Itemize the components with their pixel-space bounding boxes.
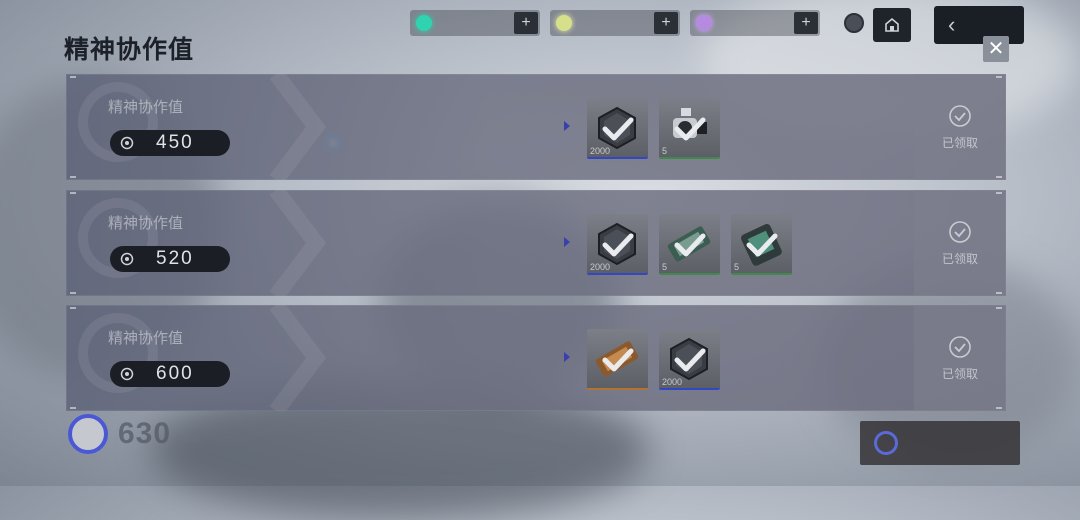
reward-row: 精神协作值 450 2000 5 已领取 <box>66 74 1006 180</box>
home-icon <box>885 17 899 32</box>
corner-mark <box>70 192 76 194</box>
claimed-status: 已领取 <box>914 74 1006 180</box>
close-button[interactable]: ✕ <box>983 36 1009 62</box>
corner-mark <box>996 192 1002 194</box>
item-count: 2000 <box>662 377 683 387</box>
arrow-right-icon <box>564 121 570 131</box>
reward-row: 精神协作值 600 2000 已领取 <box>66 305 1006 411</box>
decor-chevron <box>269 74 326 180</box>
item-count: 5 <box>734 262 740 272</box>
spirit-icon <box>120 136 134 150</box>
meter-max: /1000 <box>175 433 201 445</box>
page-title: 精神协作值 <box>64 36 195 64</box>
check-circle-icon <box>949 335 971 358</box>
reward-items: 2000 <box>587 329 720 390</box>
currency-teal: + <box>410 10 540 36</box>
spirit-icon <box>120 367 134 381</box>
meter-ring-icon <box>68 414 108 454</box>
decor-chevron <box>269 305 326 411</box>
start-icon <box>874 431 898 455</box>
spirit-icon <box>120 252 134 266</box>
corner-mark <box>996 292 1002 294</box>
teal-gem-icon <box>416 15 432 31</box>
row-label: 精神协作值 <box>108 215 184 232</box>
threshold-value: 600 <box>156 363 194 384</box>
add-purple-button[interactable]: + <box>794 12 818 34</box>
reward-item[interactable]: 2000 <box>587 214 648 275</box>
corner-mark <box>70 76 76 78</box>
corner-mark <box>996 307 1002 309</box>
arrow-right-icon <box>564 352 570 362</box>
add-yellow-button[interactable]: + <box>654 12 678 34</box>
corner-mark <box>996 176 1002 178</box>
item-count: 5 <box>662 262 668 272</box>
status-dot-icon <box>844 13 864 33</box>
yellow-orb-icon <box>556 15 572 31</box>
reward-item[interactable]: 5 <box>731 214 792 275</box>
reward-item[interactable]: 2000 <box>659 329 720 390</box>
claimed-status: 已领取 <box>914 190 1006 296</box>
decor-chevron <box>269 190 326 296</box>
corner-mark <box>70 292 76 294</box>
claimed-label: 已领取 <box>941 366 978 381</box>
corner-mark <box>70 176 76 178</box>
collab-meter: 630 /1000 <box>68 414 200 454</box>
reward-item[interactable]: 2000 <box>587 98 648 159</box>
item-count: 5 <box>662 146 668 156</box>
currency-purple: + <box>690 10 820 36</box>
item-count: 2000 <box>590 262 611 272</box>
threshold-pill: 450 <box>110 130 230 156</box>
threshold-pill: 520 <box>110 246 230 272</box>
back-button[interactable]: ‹ <box>934 6 1024 44</box>
currency-yellow: + <box>550 10 680 36</box>
reward-items: 2000 5 <box>587 98 720 159</box>
threshold-value: 520 <box>156 248 194 269</box>
corner-mark <box>70 307 76 309</box>
corner-mark <box>996 407 1002 409</box>
corner-mark <box>70 407 76 409</box>
claimed-label: 已领取 <box>941 135 978 150</box>
threshold-pill: 600 <box>110 361 230 387</box>
reward-row: 精神协作值 520 2000 5 5 已领取 <box>66 190 1006 296</box>
start-button[interactable] <box>860 421 1020 465</box>
threshold-value: 450 <box>156 132 194 153</box>
claimed-status: 已领取 <box>914 305 1006 411</box>
reward-items: 2000 5 5 <box>587 214 792 275</box>
item-count: 2000 <box>590 146 611 156</box>
row-label: 精神协作值 <box>108 330 184 347</box>
reward-item[interactable]: 5 <box>659 98 720 159</box>
add-teal-button[interactable]: + <box>514 12 538 34</box>
purple-crystal-icon <box>696 15 712 31</box>
home-button[interactable] <box>873 8 911 42</box>
row-label: 精神协作值 <box>108 99 184 116</box>
currency-bar: + + + <box>410 10 864 36</box>
corner-mark <box>996 76 1002 78</box>
back-arrow-icon: ‹ <box>948 12 956 37</box>
meter-current: 630 <box>118 417 172 450</box>
reward-item[interactable] <box>587 329 648 390</box>
reward-item[interactable]: 5 <box>659 214 720 275</box>
claimed-label: 已领取 <box>941 251 978 266</box>
arrow-right-icon <box>564 237 570 247</box>
check-circle-icon <box>949 220 971 243</box>
check-circle-icon <box>949 104 971 127</box>
